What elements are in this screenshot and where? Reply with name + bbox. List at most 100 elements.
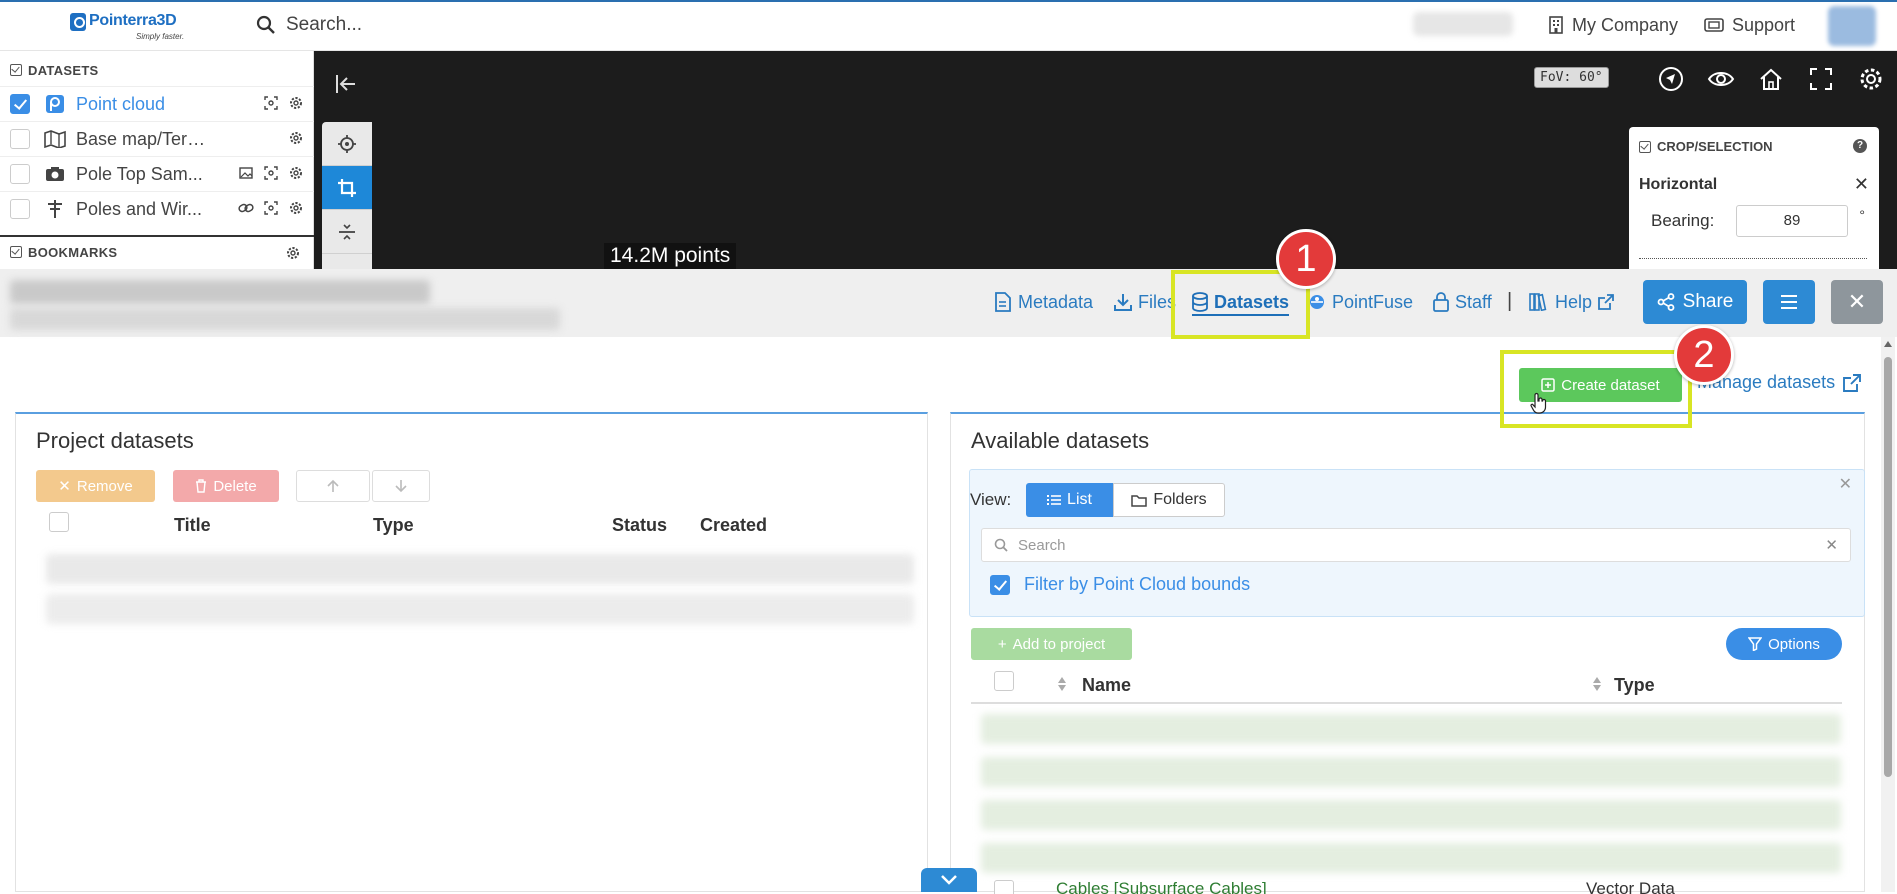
points-count: 14.2M points [604,243,737,269]
tab-metadata[interactable]: Metadata [994,290,1093,314]
gear-icon[interactable] [1856,64,1886,94]
layer-label[interactable]: Poles and Wir... [76,199,210,220]
tab-help[interactable]: Help [1529,290,1614,314]
close-panel-button[interactable]: ✕ [1831,280,1883,324]
company-link[interactable]: My Company [1548,12,1678,38]
filter-bounds-option[interactable]: Filter by Point Cloud bounds [990,574,1250,595]
split-icon [339,223,355,240]
image-icon[interactable] [238,165,254,181]
tab-staff[interactable]: Staff [1433,290,1492,314]
tab-files[interactable]: Files [1114,290,1176,314]
options-label: Options [1768,635,1820,653]
scroll-up-icon[interactable] [1884,341,1892,347]
column-header-created[interactable]: Created [700,515,767,536]
book-icon [1529,293,1549,311]
table-row[interactable] [981,843,1841,873]
navigate-icon[interactable] [1656,64,1686,94]
table-row[interactable] [981,714,1841,744]
options-button[interactable]: Options [1726,628,1842,660]
link-icon[interactable] [238,200,254,216]
bearing-input[interactable]: 89 [1736,205,1848,237]
remove-label: Remove [76,477,133,495]
view-folders-button[interactable]: Folders [1113,483,1225,517]
crop-tool[interactable] [322,166,372,210]
scrollbar[interactable] [1881,337,1895,892]
help-icon[interactable]: ? [1853,139,1867,153]
remove-button[interactable]: ✕ Remove [36,470,155,502]
menu-button[interactable] [1763,280,1815,324]
sort-icon[interactable] [1592,676,1602,692]
avatar[interactable] [1828,6,1876,46]
table-row[interactable] [46,594,914,624]
tab-pointfuse[interactable]: PointFuse [1308,290,1413,314]
checkbox-square-icon [10,64,22,76]
gear-icon[interactable] [288,200,304,216]
scroll-down-button[interactable] [921,868,977,892]
layers-panel: DATASETS Point cloud Base map/Terrain Po… [0,51,314,269]
table-row[interactable] [981,800,1841,830]
trash-icon [195,479,207,493]
table-row[interactable] [46,554,914,584]
bookmarks-section-header[interactable]: BOOKMARKS [0,235,314,267]
layer-row-poles-wires[interactable]: Poles and Wir... [0,191,314,226]
share-label: Share [1682,291,1734,312]
zoom-to-icon[interactable] [263,165,279,181]
layer-label[interactable]: Point cloud [76,94,210,115]
delete-button[interactable]: Delete [173,470,279,502]
global-search[interactable]: Search... [256,12,362,38]
move-down-button[interactable] [372,470,430,502]
layer-checkbox[interactable] [10,94,30,114]
app-logo[interactable]: Pointerra3D Simply faster. [70,10,190,42]
view-label: View: [970,490,1012,509]
support-link[interactable]: Support [1704,12,1795,38]
datasets-section-header[interactable]: DATASETS [0,54,314,86]
clear-search-icon[interactable]: ✕ [1825,536,1838,554]
file-info-icon [994,292,1012,312]
zoom-to-icon[interactable] [263,95,279,111]
column-header-title[interactable]: Title [174,515,211,536]
layer-checkbox[interactable] [10,164,30,184]
section-tool[interactable] [322,210,372,254]
move-up-button[interactable] [296,470,370,502]
download-icon [1114,293,1132,311]
view-list-button[interactable]: List [1026,483,1113,517]
select-all-checkbox[interactable] [994,671,1014,691]
crop-header[interactable]: CROP/SELECTION [1639,139,1773,154]
layer-row-pole-top[interactable]: Pole Top Sam... [0,156,314,191]
column-header-status[interactable]: Status [612,515,667,536]
layer-checkbox[interactable] [10,129,30,149]
gear-icon[interactable] [288,95,304,111]
close-icon[interactable]: ✕ [1854,174,1869,195]
table-row[interactable] [981,757,1841,787]
folders-label: Folders [1153,491,1207,508]
layer-label[interactable]: Pole Top Sam... [76,164,210,185]
share-button[interactable]: Share [1643,280,1747,324]
column-header-type[interactable]: Type [1614,675,1655,696]
scroll-thumb[interactable] [1884,357,1892,777]
gear-icon[interactable] [288,130,304,146]
layer-row-base-map[interactable]: Base map/Terrain [0,121,314,156]
select-all-checkbox[interactable] [49,512,69,532]
crop-icon [338,178,356,197]
close-icon[interactable]: ✕ [1839,474,1852,494]
dataset-search-input[interactable]: Search ✕ [981,528,1851,562]
layer-label[interactable]: Base map/Terrain [76,129,210,150]
column-header-name[interactable]: Name [1082,675,1131,696]
crop-mode: Horizontal [1639,176,1718,193]
gear-icon[interactable] [286,246,300,260]
sort-icon[interactable] [1057,676,1067,692]
add-to-project-button[interactable]: + Add to project [971,628,1132,660]
eye-icon[interactable] [1706,64,1736,94]
search-placeholder[interactable]: Search... [286,14,362,36]
collapse-panel-icon[interactable] [334,72,360,98]
layer-checkbox[interactable] [10,199,30,219]
gear-icon[interactable] [288,165,304,181]
step2-highlight [1500,350,1692,428]
filter-bounds-checkbox[interactable] [990,574,1010,595]
zoom-to-icon[interactable] [263,200,279,216]
locate-tool[interactable] [322,122,372,166]
layer-row-point-cloud[interactable]: Point cloud [0,86,314,121]
fullscreen-icon[interactable] [1806,64,1836,94]
home-icon[interactable] [1756,64,1786,94]
column-header-type[interactable]: Type [373,515,414,536]
